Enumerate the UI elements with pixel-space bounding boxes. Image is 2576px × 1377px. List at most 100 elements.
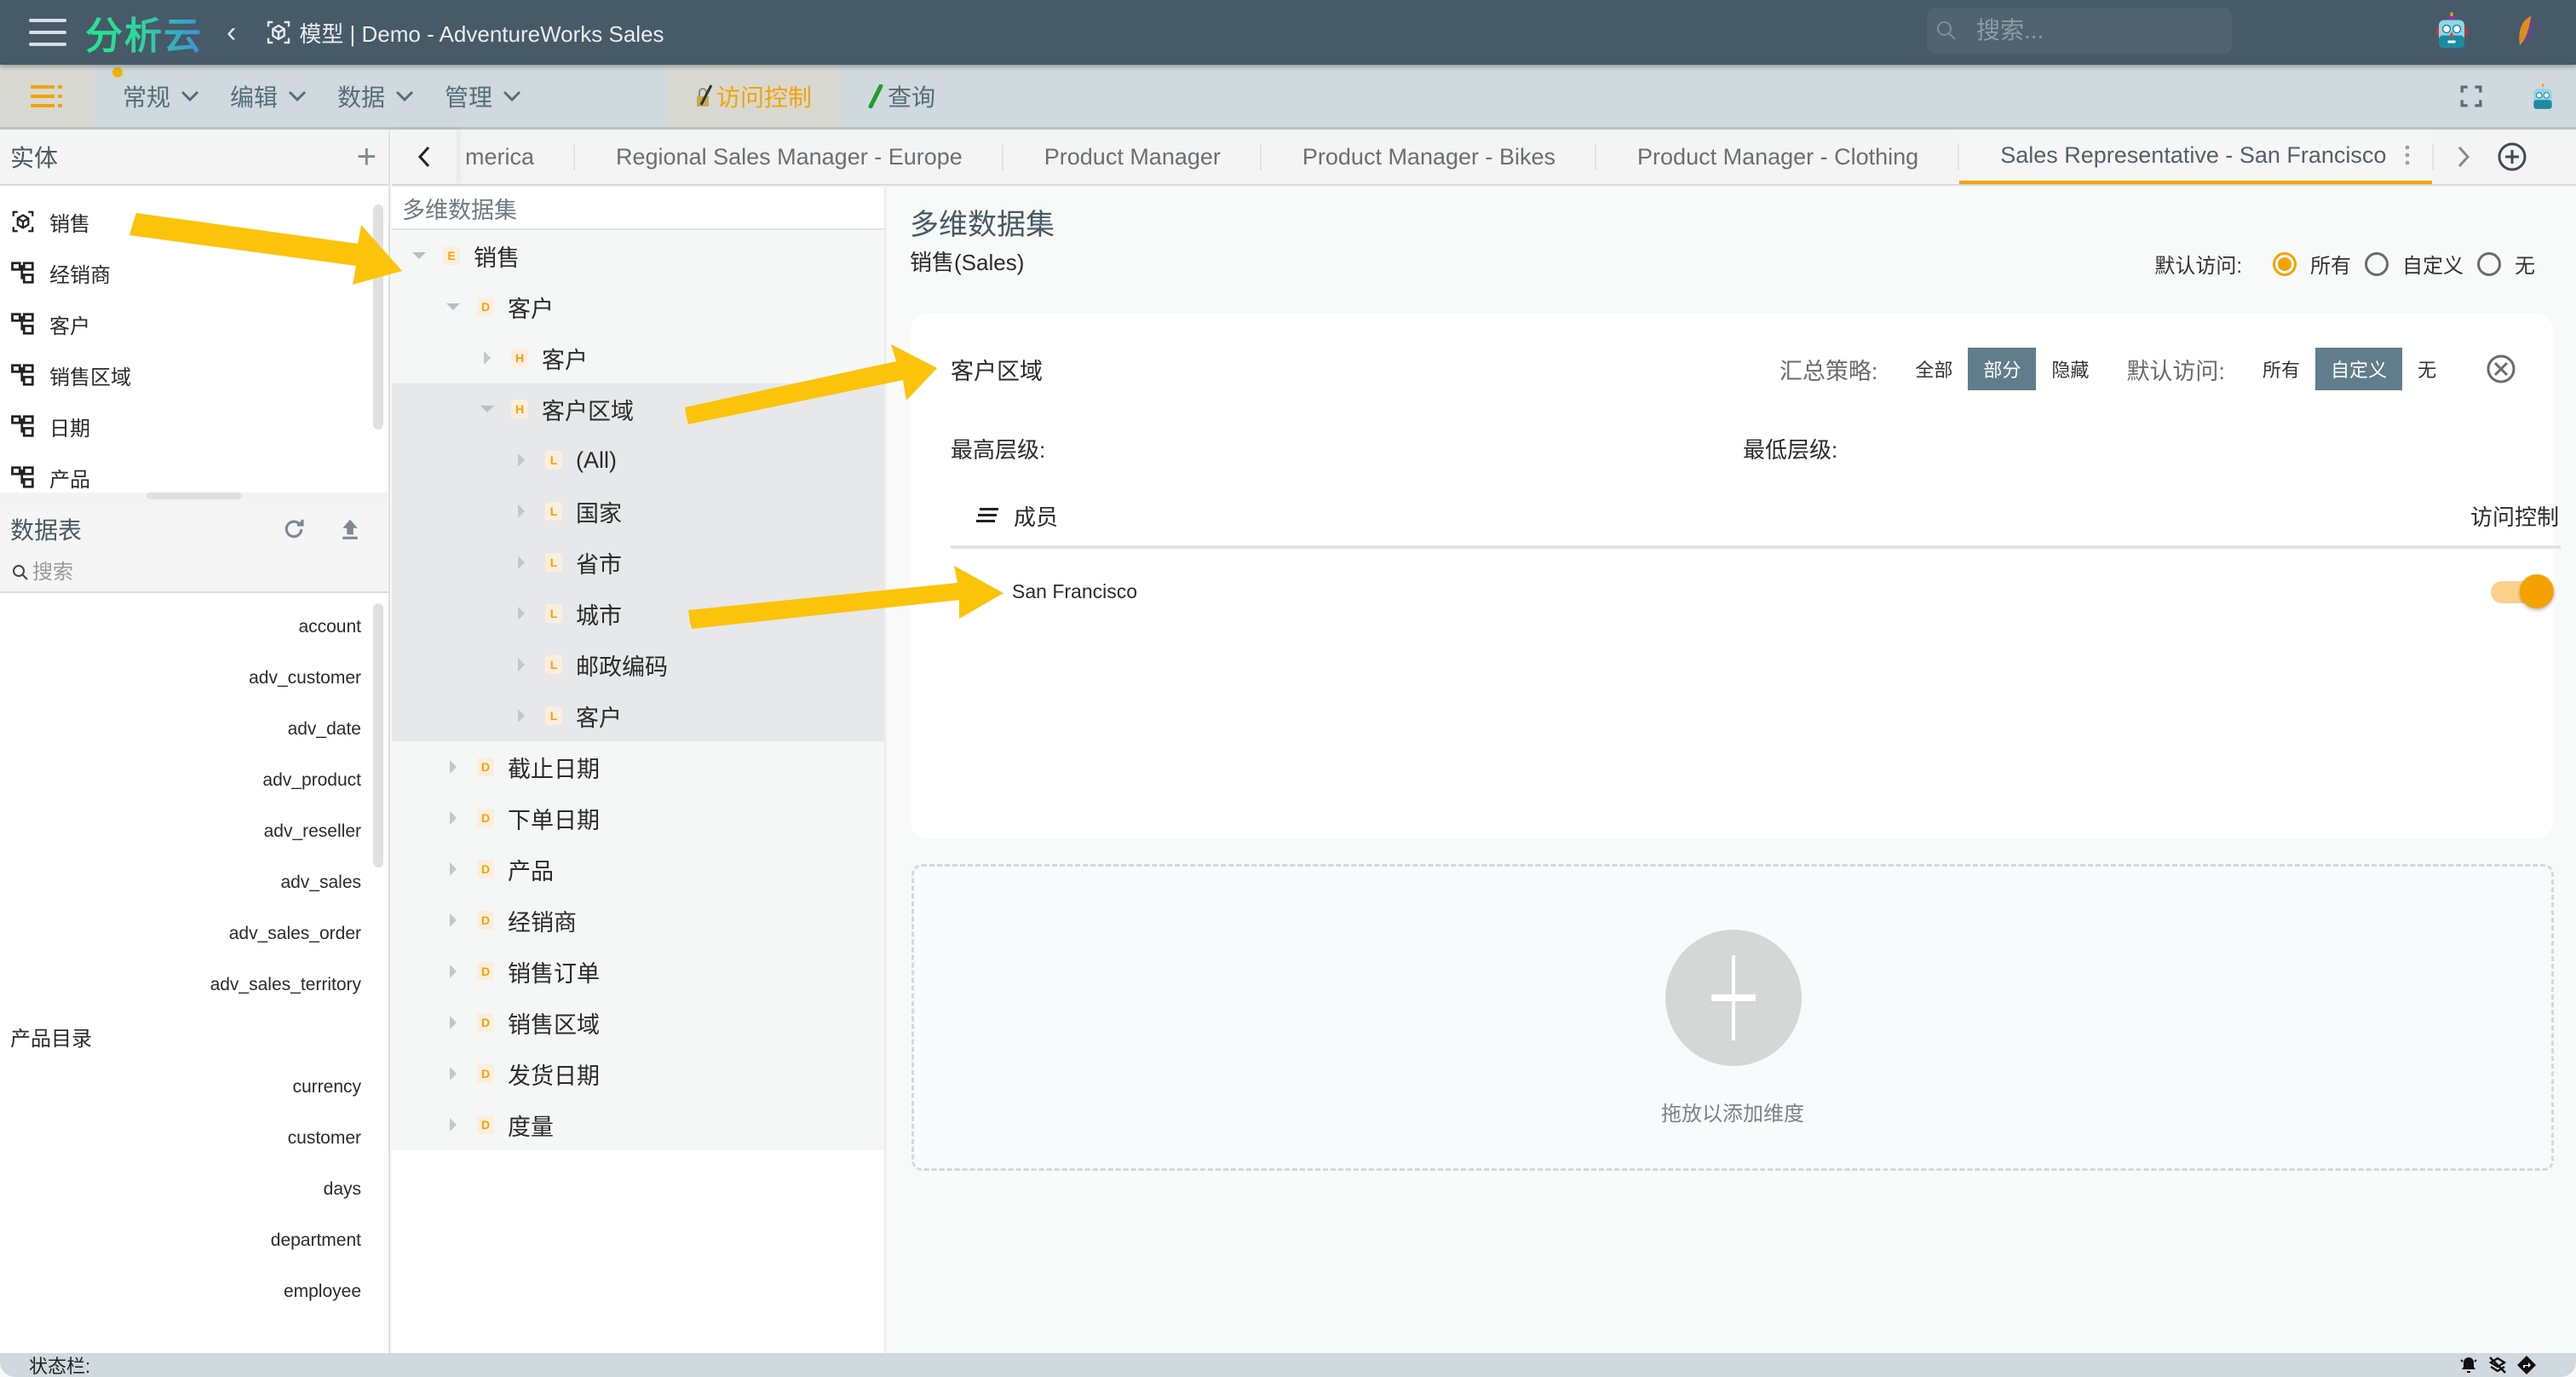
caret-right-icon[interactable] <box>513 554 530 571</box>
menu-manage[interactable]: 管理 <box>445 79 521 113</box>
tab-role-active[interactable]: Sales Representative - San Francisco <box>1959 130 2433 184</box>
directions-icon[interactable] <box>2516 1355 2537 1375</box>
bell-icon[interactable] <box>2458 1355 2479 1375</box>
table-item[interactable]: adv_date <box>0 704 388 755</box>
caret-right-icon[interactable] <box>445 861 462 878</box>
tree-node[interactable]: L (All) <box>392 435 884 486</box>
table-item[interactable]: days <box>0 1164 388 1215</box>
access-control-button[interactable]: 访问控制 <box>668 65 840 127</box>
add-entity-button[interactable]: + <box>357 140 377 174</box>
tree-node[interactable]: D 发货日期 <box>392 1048 884 1099</box>
caret-right-icon[interactable] <box>513 452 530 469</box>
add-tab-icon[interactable] <box>2497 141 2527 172</box>
table-group-label[interactable]: 产品目录 <box>0 1011 388 1062</box>
tree-node[interactable]: E 销售 <box>392 230 884 281</box>
table-item[interactable]: employee <box>0 1266 388 1317</box>
tree-node[interactable]: D 截止日期 <box>392 741 884 792</box>
radio-button[interactable] <box>2477 251 2501 276</box>
tree-node[interactable]: D 销售订单 <box>392 946 884 997</box>
radio-button[interactable] <box>2273 251 2297 276</box>
table-item[interactable]: customer <box>0 1113 388 1164</box>
tree-node[interactable]: D 度量 <box>392 1099 884 1150</box>
rollup-full-button[interactable]: 全部 <box>1900 348 1968 390</box>
caret-right-icon[interactable] <box>513 605 530 622</box>
caret-down-icon[interactable] <box>445 298 462 315</box>
caret-right-icon[interactable] <box>513 656 530 673</box>
caret-right-icon[interactable] <box>445 758 462 775</box>
tree-node[interactable]: L 城市 <box>392 588 884 639</box>
entity-item[interactable]: 销售区域 <box>0 349 388 400</box>
back-arrow-icon[interactable]: ‹ <box>227 16 236 49</box>
tab-role[interactable]: Product Manager <box>1003 130 1262 184</box>
table-search-input[interactable] <box>32 561 339 585</box>
entity-item[interactable]: 经销商 <box>0 247 388 298</box>
refresh-icon[interactable] <box>281 516 307 542</box>
caret-right-icon[interactable] <box>445 1014 462 1031</box>
tree-node[interactable]: H 客户 <box>392 332 884 383</box>
table-item[interactable]: adv_reseller <box>0 806 388 857</box>
caret-right-icon[interactable] <box>445 963 462 980</box>
top-level-label[interactable]: 最高层级: <box>951 433 1045 464</box>
table-item[interactable]: adv_customer <box>0 653 388 704</box>
tree-node[interactable]: D 销售区域 <box>392 997 884 1048</box>
tab-scroll-right-button[interactable] <box>2434 130 2493 184</box>
member-access-toggle[interactable] <box>2489 574 2554 608</box>
entity-list-hscroll[interactable] <box>0 493 388 504</box>
upload-icon[interactable] <box>337 516 363 542</box>
bottom-level-label[interactable]: 最低层级: <box>1743 433 1837 464</box>
entity-item[interactable]: 产品 <box>0 452 388 493</box>
tree-node[interactable]: D 产品 <box>392 844 884 895</box>
tree-node[interactable]: L 国家 <box>392 486 884 537</box>
table-item[interactable]: adv_sales <box>0 857 388 908</box>
tables-list-scrollbar[interactable] <box>373 603 383 867</box>
caret-right-icon[interactable] <box>445 1065 462 1082</box>
robot-assistant-icon[interactable] <box>2532 84 2554 111</box>
caret-right-icon[interactable] <box>513 503 530 520</box>
caret-right-icon[interactable] <box>445 1116 462 1133</box>
caret-right-icon[interactable] <box>479 349 496 366</box>
access-none-button[interactable]: 无 <box>2402 348 2452 390</box>
robot-assistant-icon[interactable] <box>2436 12 2467 51</box>
entity-item[interactable]: 日期 <box>0 400 388 452</box>
tree-node[interactable]: H 客户区域 <box>392 383 884 435</box>
remove-hierarchy-icon[interactable] <box>2486 354 2516 384</box>
access-custom-button[interactable]: 自定义 <box>2314 348 2402 390</box>
tree-node[interactable]: L 省市 <box>392 537 884 588</box>
layers-off-icon[interactable] <box>2487 1355 2508 1375</box>
menu-edit[interactable]: 编辑 <box>230 79 307 113</box>
add-dimension-plus-icon[interactable] <box>1665 930 1802 1066</box>
table-item[interactable]: adv_sales_order <box>0 908 388 959</box>
entity-list-scrollbar[interactable] <box>373 205 383 429</box>
caret-right-icon[interactable] <box>513 707 530 724</box>
tree-node[interactable]: D 客户 <box>392 281 884 332</box>
caret-right-icon[interactable] <box>445 912 462 929</box>
global-search-input[interactable] <box>1976 17 2215 44</box>
entity-item[interactable]: 销售 <box>0 196 388 247</box>
rollup-partial-button[interactable]: 部分 <box>1968 348 2037 390</box>
rollup-hidden-button[interactable]: 隐藏 <box>2036 348 2104 390</box>
radio-access-all[interactable]: 所有 <box>2273 249 2351 279</box>
radio-access-custom[interactable]: 自定义 <box>2365 249 2464 279</box>
tab-role[interactable]: Regional Sales Manager - Europe <box>575 130 1003 184</box>
fullscreen-icon[interactable] <box>2460 85 2482 107</box>
caret-down-icon[interactable] <box>411 247 428 264</box>
add-dimension-dropzone[interactable]: 拖放以添加维度 <box>911 864 2554 1171</box>
table-search[interactable] <box>0 554 388 593</box>
tree-node[interactable]: D 经销商 <box>392 895 884 946</box>
radio-access-none[interactable]: 无 <box>2477 249 2535 279</box>
tree-node[interactable]: D 下单日期 <box>392 792 884 844</box>
tab-scroll-left-button[interactable] <box>392 130 457 184</box>
table-item[interactable]: adv_sales_territory <box>0 959 388 1011</box>
entity-item[interactable]: 客户 <box>0 298 388 349</box>
menu-data[interactable]: 数据 <box>337 79 414 113</box>
toolbar-toggle-button[interactable] <box>0 65 94 127</box>
hamburger-menu-icon[interactable] <box>29 19 66 46</box>
tree-node[interactable]: L 客户 <box>392 690 884 741</box>
kebab-menu-icon[interactable] <box>2405 144 2410 166</box>
radio-button[interactable] <box>2365 251 2389 276</box>
query-button[interactable]: 查询 <box>867 65 935 127</box>
tab-role[interactable]: Product Manager - Clothing <box>1596 130 1960 184</box>
access-all-button[interactable]: 所有 <box>2247 348 2315 390</box>
menu-general[interactable]: 常规 <box>112 66 199 113</box>
tab-role[interactable]: merica <box>457 130 576 184</box>
